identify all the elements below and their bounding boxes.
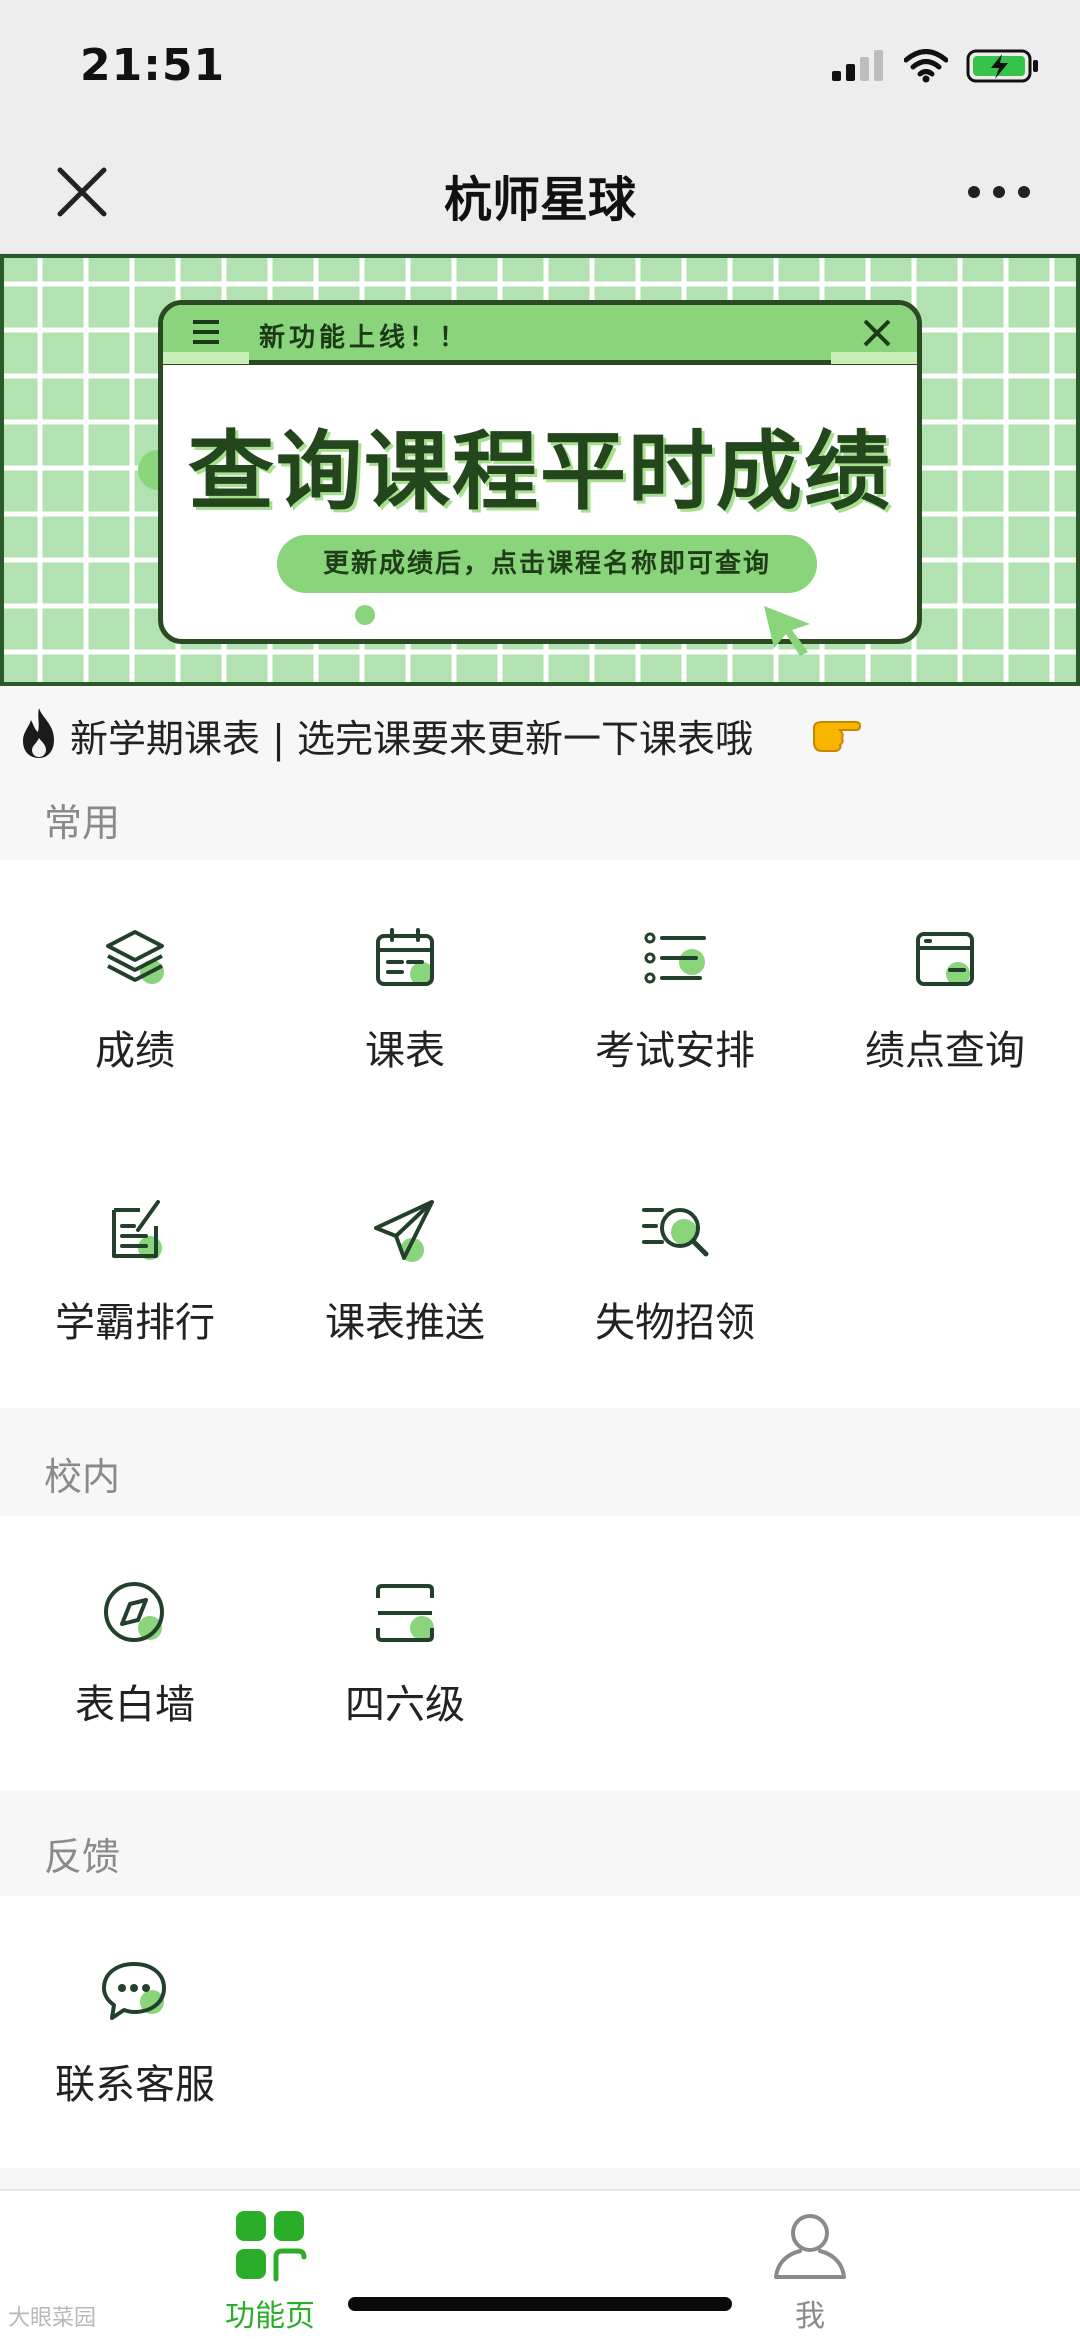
scan-icon [376,1584,434,1642]
grid-item-label: 课表推送 [325,1300,485,1346]
more-options-icon[interactable] [964,160,1034,224]
feature-banner[interactable]: 新功能上线！！ 查询课程平时成绩 更新成绩后，点击课程名称即可查询 [0,254,1080,686]
tab-label: 功能页 [225,2299,315,2334]
grid-item-exam-schedule[interactable]: 考试安排 [540,924,810,1124]
wifi-icon [904,49,948,83]
search-list-icon [642,1208,709,1257]
calendar-icon [376,928,434,986]
compass-icon [104,1582,164,1642]
grid-item-label: 考试安排 [595,1028,755,1074]
menu-icon [193,320,219,344]
grid-item-timetable[interactable]: 课表 [270,924,540,1124]
status-bar: 21:51 [0,0,1080,130]
nav-bar: 杭师星球 [0,130,1080,254]
grid-item-label: 绩点查询 [865,1028,1025,1074]
watermark: 大眼菜园 [8,2306,97,2331]
section-label-common: 常用 [44,801,121,845]
notice-bar[interactable]: 新学期课表 | 选完课要来更新一下课表哦 [0,686,1080,786]
banner-header-text: 新功能上线！！ [259,323,470,353]
chat-bubble-icon [102,1962,166,2020]
pointing-hand-icon [813,721,862,752]
section-label-campus: 校内 [44,1455,121,1499]
layers-icon [106,930,164,984]
status-icons [830,46,1040,86]
grid-item-label: 联系客服 [55,2062,215,2108]
page-title: 杭师星球 [443,172,636,228]
feedback-panel: 联系客服 [0,1896,1080,2168]
grid-item-gpa-query[interactable]: 绩点查询 [810,924,1080,1124]
close-icon [863,319,891,347]
grid-item-contact-support[interactable]: 联系客服 [0,1958,270,2158]
tab-bar: 功能页 我 [0,2189,1080,2339]
tab-label: 我 [795,2299,825,2334]
fire-icon [23,708,54,758]
tab-me[interactable]: 我 [740,2209,880,2334]
home-indicator [348,2297,732,2311]
tab-features[interactable]: 功能页 [200,2209,340,2334]
banner-title: 查询课程平时成绩 [188,422,892,522]
banner-card-header: 新功能上线！！ [163,305,917,365]
grid-item-label: 成绩 [95,1028,175,1074]
grid-item-label: 学霸排行 [55,1300,215,1346]
banner-card: 新功能上线！！ 查询课程平时成绩 更新成绩后，点击课程名称即可查询 [158,300,922,644]
user-profile-icon [774,2214,846,2279]
grid-item-lost-and-found[interactable]: 失物招领 [540,1196,810,1396]
cursor-arrow-icon [764,606,810,656]
cellular-signal-icon [832,50,883,81]
banner-dot [355,605,375,625]
paper-plane-icon [374,1200,434,1262]
status-time: 21:51 [80,40,226,91]
common-panel: 成绩 课表 考试安排 绩点查询 学霸排行 课表推送 失物招领 [0,860,1080,1408]
grid-item-confession-wall[interactable]: 表白墙 [0,1578,270,1778]
card-icon [916,932,974,986]
list-icon [644,932,706,984]
grid-item-grades[interactable]: 成绩 [0,924,270,1124]
grid-item-label: 四六级 [345,1682,465,1728]
grid-item-label: 失物招领 [595,1300,755,1346]
grid-item-label: 课表 [365,1028,445,1074]
grid-item-cet[interactable]: 四六级 [270,1578,540,1778]
notice-text: 新学期课表 | 选完课要来更新一下课表哦 [70,717,753,761]
banner-stripe [831,352,917,364]
campus-panel: 表白墙 四六级 [0,1516,1080,1790]
grid-item-label: 表白墙 [75,1682,195,1728]
banner-subtitle: 更新成绩后，点击课程名称即可查询 [277,535,817,593]
banner-stripe [163,352,249,364]
grid-item-timetable-push[interactable]: 课表推送 [270,1196,540,1396]
grid-apps-icon [236,2211,307,2282]
grid-item-top-students[interactable]: 学霸排行 [0,1196,270,1396]
notepad-icon [112,1200,162,1260]
battery-charging-icon [966,49,1038,83]
section-label-feedback: 反馈 [44,1835,121,1879]
